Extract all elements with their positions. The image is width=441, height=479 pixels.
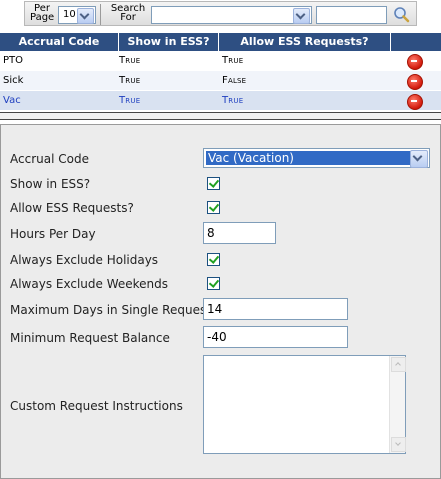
per-page-label: Per Page — [30, 4, 55, 23]
search-label-line2: For — [120, 12, 136, 23]
cell-accrual-code: PTO — [3, 55, 24, 66]
grid-header: Accrual Code Show in ESS? Allow ESS Requ… — [0, 33, 441, 51]
cell-accrual-code: Vac — [3, 95, 21, 106]
column-header-accrual-code[interactable]: Accrual Code — [0, 33, 119, 51]
search-field-select[interactable] — [151, 6, 312, 24]
cell-show-in-ess: True — [119, 55, 141, 66]
custom-instructions-label: Custom Request Instructions — [10, 399, 183, 413]
grid-footer-bar — [0, 112, 441, 120]
table-row[interactable]: Sick True False — [0, 71, 441, 91]
scroll-down-icon[interactable] — [391, 437, 406, 452]
column-header-show-in-ess[interactable]: Show in ESS? — [119, 33, 219, 51]
search-input[interactable] — [316, 6, 387, 24]
accrual-code-label: Accrual Code — [10, 152, 89, 166]
exclude-holidays-checkbox[interactable] — [207, 253, 220, 266]
exclude-weekends-checkbox[interactable] — [207, 277, 220, 290]
chevron-down-icon[interactable] — [293, 8, 310, 24]
per-page-label-line2: Page — [30, 12, 55, 23]
allow-ess-label: Allow ESS Requests? — [10, 201, 134, 215]
show-in-ess-label: Show in ESS? — [10, 177, 91, 191]
column-header-actions — [391, 33, 441, 51]
table-row-selected[interactable]: Vac True True — [0, 91, 441, 111]
accrual-code-value: Vac (Vacation) — [206, 151, 414, 165]
max-days-field[interactable]: 14 — [203, 298, 348, 320]
cell-show-in-ess: True — [119, 75, 141, 86]
delete-icon[interactable] — [407, 94, 423, 110]
cell-allow-ess: True — [222, 95, 244, 106]
accrual-code-select[interactable]: Vac (Vacation) — [203, 148, 430, 168]
column-header-allow-ess[interactable]: Allow ESS Requests? — [219, 33, 391, 51]
min-balance-field[interactable]: -40 — [203, 326, 348, 348]
min-balance-label: Minimum Request Balance — [10, 331, 170, 345]
hours-per-day-field[interactable]: 8 — [203, 222, 276, 244]
delete-icon[interactable] — [407, 54, 423, 70]
allow-ess-checkbox[interactable] — [207, 201, 220, 214]
search-icon — [394, 7, 410, 23]
per-page-select[interactable]: 10 — [58, 6, 96, 24]
delete-icon[interactable] — [407, 74, 423, 90]
exclude-weekends-label: Always Exclude Weekends — [10, 277, 169, 291]
chevron-down-icon[interactable] — [410, 150, 428, 168]
max-days-label: Maximum Days in Single Request — [10, 303, 211, 317]
exclude-holidays-label: Always Exclude Holidays — [10, 253, 159, 267]
search-for-label: Search For — [109, 4, 147, 23]
cell-allow-ess: True — [222, 55, 244, 66]
show-in-ess-checkbox[interactable] — [207, 177, 220, 190]
search-button[interactable] — [392, 6, 412, 24]
cell-accrual-code: Sick — [3, 75, 24, 86]
chevron-down-icon[interactable] — [77, 8, 94, 24]
scroll-up-icon[interactable] — [391, 357, 406, 372]
cell-allow-ess: False — [222, 75, 247, 86]
hours-per-day-label: Hours Per Day — [10, 227, 96, 241]
grid-toolbar: Per Page 10 Search For — [24, 1, 417, 26]
per-page-value: 10 — [63, 9, 76, 20]
cell-show-in-ess: True — [119, 95, 141, 106]
toolbar-divider — [100, 4, 101, 25]
textarea-scrollbar[interactable] — [389, 356, 406, 453]
custom-instructions-textarea[interactable] — [203, 355, 406, 454]
table-row[interactable]: PTO True True — [0, 51, 441, 71]
